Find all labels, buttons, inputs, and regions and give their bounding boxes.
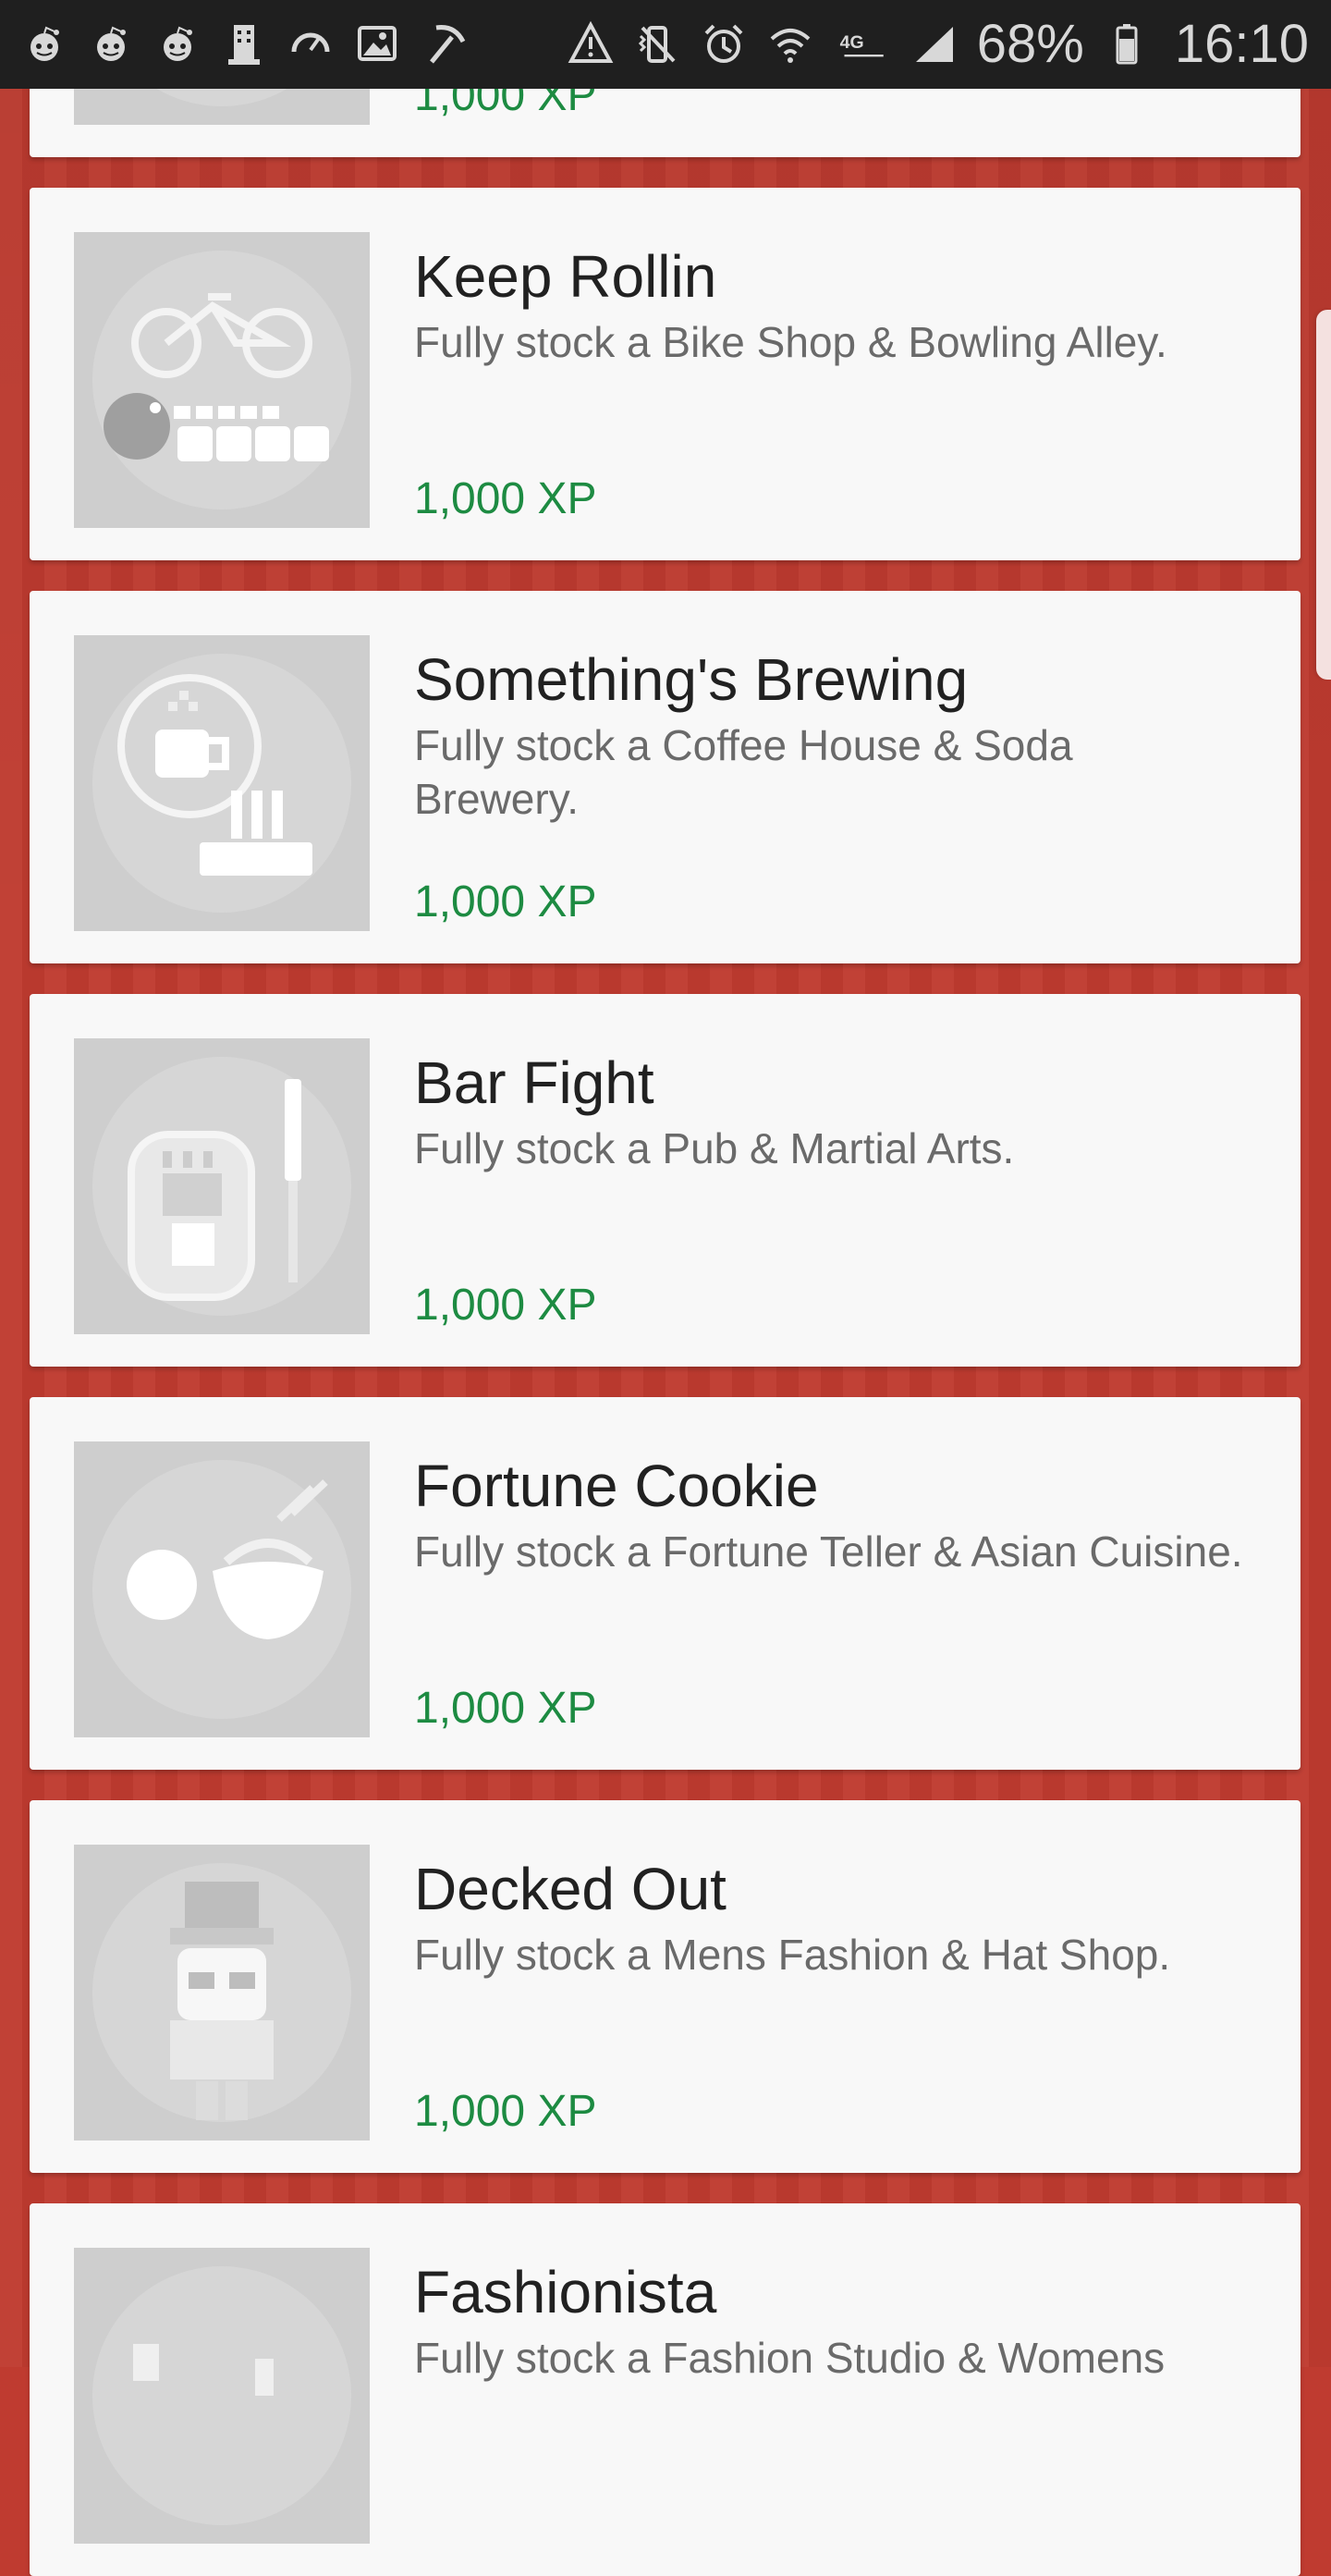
achievement-card[interactable]: Keep Rollin Fully stock a Bike Shop & Bo…: [30, 188, 1300, 560]
decked-out-icon: [74, 1845, 370, 2141]
building-icon: [220, 20, 268, 68]
lte-icon: 4G: [833, 20, 892, 68]
achievement-reward: 1,000 XP: [414, 877, 597, 926]
achievement-card[interactable]: Bar Fight Fully stock a Pub & Martial Ar…: [30, 994, 1300, 1367]
bike-bowling-icon: [74, 232, 370, 528]
achievement-card[interactable]: Decked Out Fully stock a Mens Fashion & …: [30, 1800, 1300, 2173]
achievement-reward: 1,000 XP: [414, 2087, 597, 2136]
status-right-icons: 4G 68% 16:10: [567, 18, 1309, 71]
speedometer-icon: [287, 20, 335, 68]
pub-martial-icon: [74, 1038, 370, 1334]
scroll-edge-handle[interactable]: [1316, 310, 1331, 680]
image-icon: [353, 20, 401, 68]
achievement-description: Fully stock a Pub & Martial Arts.: [414, 1124, 1015, 1172]
wifi-icon: [766, 20, 814, 68]
achievement-card[interactable]: Fortune Cookie Fully stock a Fortune Tel…: [30, 1397, 1300, 1770]
coffee-brewery-icon: [74, 635, 370, 931]
achievement-description: Fully stock a Bike Shop & Bowling Alley.: [414, 318, 1167, 366]
reddit-icon: [20, 20, 68, 68]
achievement-description: Fully stock a Mens Fashion & Hat Shop.: [414, 1931, 1171, 1979]
achievement-title: Bar Fight: [414, 1049, 654, 1116]
battery-percent: 68%: [976, 14, 1084, 74]
achievement-reward: 1,000 XP: [414, 1684, 597, 1733]
achievement-description: Fully stock a Coffee House & Soda Brewer…: [414, 721, 1073, 823]
pickaxe-icon: [420, 20, 468, 68]
achievement-title: Fashionista: [414, 2259, 717, 2325]
fortune-cookie-icon: [74, 1441, 370, 1737]
status-bar: 4G 68% 16:10: [0, 0, 1331, 89]
achievement-reward: 1,000 XP: [414, 474, 597, 523]
achievement-title: Fortune Cookie: [414, 1453, 819, 1519]
achievement-list[interactable]: 1,000 XP Keep Rollin Fully stock a Bike …: [30, 0, 1300, 2576]
achievement-card[interactable]: Something's Brewing Fully stock a Coffee…: [30, 591, 1300, 963]
status-left-icons: [20, 20, 468, 68]
network-label: 4G: [839, 32, 863, 53]
reddit-icon: [87, 20, 135, 68]
achievement-reward: 1,000 XP: [414, 1281, 597, 1330]
achievement-description: Fully stock a Fashion Studio & Womens: [414, 2334, 1166, 2382]
reddit-icon: [153, 20, 201, 68]
signal-icon: [910, 20, 959, 68]
achievement-title: Something's Brewing: [414, 646, 969, 713]
achievement-description: Fully stock a Fortune Teller & Asian Cui…: [414, 1527, 1243, 1576]
achievement-card[interactable]: Fashionista Fully stock a Fashion Studio…: [30, 2203, 1300, 2576]
fashionista-icon: [74, 2248, 370, 2544]
alarm-icon: [700, 20, 748, 68]
network-alert-icon: [567, 20, 615, 68]
achievement-title: Decked Out: [414, 1856, 727, 1922]
vibrate-mute-icon: [633, 20, 681, 68]
achievement-title: Keep Rollin: [414, 243, 717, 310]
status-time: 16:10: [1174, 14, 1309, 74]
battery-icon: [1103, 20, 1151, 68]
